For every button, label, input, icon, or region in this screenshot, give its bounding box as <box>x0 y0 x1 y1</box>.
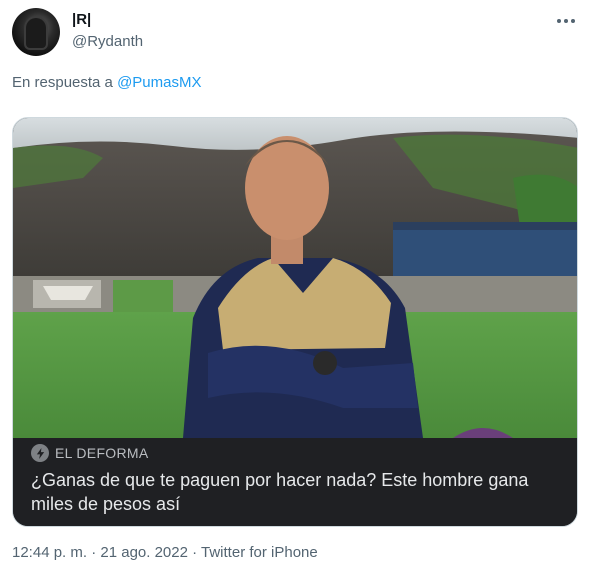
reply-context: En respuesta a @PumasMX <box>12 74 202 91</box>
link-card[interactable]: EL DEFORMA ¿Ganas de que te paguen por h… <box>12 117 578 527</box>
card-headline[interactable]: ¿Ganas de que te paguen por hacer nada? … <box>31 468 571 516</box>
avatar[interactable] <box>12 8 60 56</box>
reply-prefix: En respuesta a <box>12 74 113 91</box>
user-handle[interactable]: @Rydanth <box>72 33 143 50</box>
card-source-name: EL DEFORMA <box>55 445 149 461</box>
card-source: EL DEFORMA <box>31 444 149 462</box>
display-name[interactable]: |R| <box>72 11 91 28</box>
reply-to-link[interactable]: @PumasMX <box>117 74 201 91</box>
bolt-icon <box>31 444 49 462</box>
card-photo <box>13 118 577 438</box>
tweet-timestamp[interactable]: 12:44 p. m. · 21 ago. 2022 · Twitter for… <box>12 544 318 561</box>
avatar-figure <box>26 18 46 48</box>
more-horizontal-icon[interactable] <box>557 16 575 26</box>
card-source-bar: EL DEFORMA ¿Ganas de que te paguen por h… <box>13 438 577 526</box>
